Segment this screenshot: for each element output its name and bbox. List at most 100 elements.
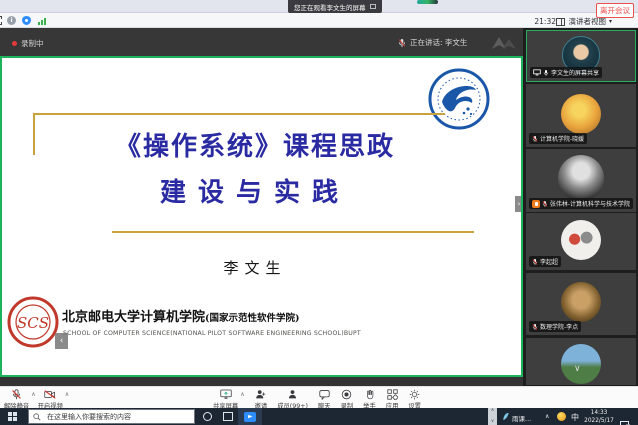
share-screen-button[interactable]: 共享屏幕 bbox=[213, 389, 238, 410]
title-rule-bottom bbox=[112, 231, 474, 233]
meeting-clock: 21:32 bbox=[534, 17, 556, 26]
slide-title-line2: 建设与实践 bbox=[20, 172, 490, 209]
clock-date: 2022/5/17 bbox=[583, 418, 615, 425]
participant-label: 李起超 bbox=[529, 256, 561, 267]
participant-name: 计算机学院-晓媛 bbox=[540, 134, 584, 143]
taskbar-clock[interactable]: 14:33 2022/5/17 bbox=[583, 410, 615, 425]
tray-scrollbar[interactable]: ∧ ∨ bbox=[488, 408, 497, 425]
avatar bbox=[561, 220, 601, 260]
org-name-main: 北京邮电大学计算机学院 bbox=[62, 310, 205, 325]
title-rule-top bbox=[33, 113, 445, 115]
participant-tile[interactable]: 李起超 bbox=[526, 213, 636, 270]
notification-center-icon[interactable]: 3 bbox=[620, 421, 629, 425]
mic-muted-icon bbox=[532, 323, 538, 331]
participant-label: 张伟林-计算机科学与技术学院 bbox=[529, 198, 633, 209]
recording-indicator: 录制中 bbox=[12, 38, 44, 49]
avatar bbox=[561, 282, 601, 322]
avatar bbox=[561, 344, 601, 384]
participant-name: 李起超 bbox=[540, 257, 558, 266]
org-name-en: SCHOOL OF COMPUTER SCIENCE(NATIONAL PILO… bbox=[63, 330, 363, 337]
leave-meeting-button[interactable]: 离开会议 bbox=[596, 3, 634, 18]
network-signal-icon[interactable] bbox=[38, 17, 46, 25]
participant-tile[interactable] bbox=[526, 338, 636, 385]
search-input[interactable] bbox=[45, 412, 185, 422]
chat-button[interactable]: 聊天 bbox=[318, 389, 331, 410]
participant-name: 数理学院-李点 bbox=[540, 322, 578, 331]
task-view-icon[interactable] bbox=[223, 412, 233, 421]
tray-expand-chevron[interactable]: ∧ bbox=[545, 413, 549, 420]
clock-time: 14:33 bbox=[583, 410, 615, 418]
share-options-chevron[interactable]: ∧ bbox=[240, 391, 244, 398]
more-participants-chevron[interactable]: ∨ bbox=[574, 364, 581, 374]
participant-label: 数理学院-李点 bbox=[529, 321, 581, 332]
members-button[interactable]: 成员(99+) bbox=[277, 389, 308, 410]
speaking-label: 正在讲话: 李文生 bbox=[410, 37, 467, 48]
meeting-info-icon[interactable]: i bbox=[7, 16, 16, 25]
meeting-watermark-logo bbox=[490, 35, 518, 51]
participant-label: 计算机学院-晓媛 bbox=[529, 133, 587, 144]
org-name-cn: 北京邮电大学计算机学院(国家示范性软件学院) bbox=[62, 306, 300, 325]
unmute-button[interactable]: 解除静音 bbox=[4, 389, 29, 410]
raised-hand-icon bbox=[532, 200, 540, 208]
participant-tile[interactable]: 计算机学院-晓媛 bbox=[526, 84, 636, 147]
share-screen-icon bbox=[220, 389, 232, 400]
chat-icon bbox=[319, 389, 330, 400]
record-dot-icon bbox=[12, 41, 17, 46]
taskbar-meeting-app-icon[interactable] bbox=[238, 408, 262, 425]
mic-muted-icon bbox=[11, 389, 22, 400]
ime-indicator[interactable]: 中 bbox=[571, 412, 579, 423]
meeting-window: 您正在观看李文生的屏幕 – ▢ × i 21:32 演讲者视图 ▾ 录制中 正在… bbox=[0, 0, 638, 425]
share-footer-bar bbox=[0, 377, 523, 386]
taskbar-search[interactable] bbox=[28, 409, 195, 424]
invite-button[interactable]: 邀请 bbox=[255, 389, 268, 410]
video-options-chevron[interactable]: ∧ bbox=[65, 391, 69, 398]
tooltip-text: 您正在观看李文生的屏幕 bbox=[294, 2, 366, 12]
caret-down-icon: ▾ bbox=[609, 18, 612, 25]
mic-muted-icon bbox=[532, 258, 538, 266]
prev-slide-handle[interactable]: ‹ bbox=[55, 333, 68, 349]
exit-view-icon[interactable] bbox=[370, 4, 376, 9]
settings-button[interactable]: 设置 bbox=[408, 389, 421, 410]
sidebar-collapse-handle[interactable]: › bbox=[515, 196, 523, 212]
speaking-indicator: 正在讲话: 李文生 bbox=[398, 37, 467, 48]
members-icon bbox=[287, 389, 298, 400]
gear-icon bbox=[409, 389, 420, 400]
scroll-up-icon: ∧ bbox=[491, 409, 494, 414]
layout-grid-icon bbox=[556, 18, 565, 26]
recording-label: 录制中 bbox=[21, 38, 44, 49]
bupt-logo bbox=[428, 68, 490, 130]
org-name-paren: (国家示范性软件学院) bbox=[205, 313, 300, 324]
apps-button[interactable]: 应用 bbox=[386, 389, 399, 410]
participant-name: 张伟林-计算机科学与技术学院 bbox=[550, 199, 630, 208]
raise-hand-button[interactable]: 举手 bbox=[363, 389, 376, 410]
participant-name: 李文生的屏幕共享 bbox=[551, 68, 599, 77]
fullscreen-icon[interactable] bbox=[0, 16, 2, 25]
floating-thumbnail-sliver bbox=[417, 0, 438, 4]
nav-prev-icon: ‹ bbox=[60, 336, 64, 346]
tray-app-label[interactable]: 雨课... bbox=[512, 413, 531, 423]
tray-status-ball-icon[interactable] bbox=[557, 412, 566, 421]
participant-tile-share[interactable]: 李文生的屏幕共享 bbox=[526, 30, 636, 82]
start-button[interactable] bbox=[8, 412, 17, 421]
mic-muted-icon bbox=[532, 135, 538, 143]
scs-logo: SCS bbox=[7, 296, 59, 348]
slide-presenter: 李文生 bbox=[20, 257, 490, 278]
unmute-options-chevron[interactable]: ∧ bbox=[31, 391, 35, 398]
tray-app-icon[interactable] bbox=[502, 412, 510, 421]
participant-tile[interactable]: 张伟林-计算机科学与技术学院 bbox=[526, 149, 636, 212]
start-video-button[interactable]: 开启视频 bbox=[38, 389, 63, 410]
cortana-icon[interactable] bbox=[203, 412, 212, 421]
scroll-down-icon: ∨ bbox=[491, 420, 494, 425]
speaking-mic-icon bbox=[398, 38, 406, 48]
search-icon bbox=[33, 413, 41, 421]
mic-icon bbox=[543, 69, 549, 77]
participant-tile[interactable]: 数理学院-李点 bbox=[526, 273, 636, 335]
record-icon bbox=[341, 389, 352, 400]
camera-off-icon bbox=[44, 389, 56, 400]
slide-title-line1: 《操作系统》课程思政 bbox=[20, 126, 490, 163]
controlbar-left: 解除静音 ∧ 开启视频 ∧ bbox=[4, 389, 69, 410]
avatar bbox=[558, 155, 604, 201]
mic-muted-icon bbox=[542, 200, 548, 208]
record-button[interactable]: 录制 bbox=[341, 389, 354, 410]
nav-next-icon: › bbox=[518, 200, 521, 208]
